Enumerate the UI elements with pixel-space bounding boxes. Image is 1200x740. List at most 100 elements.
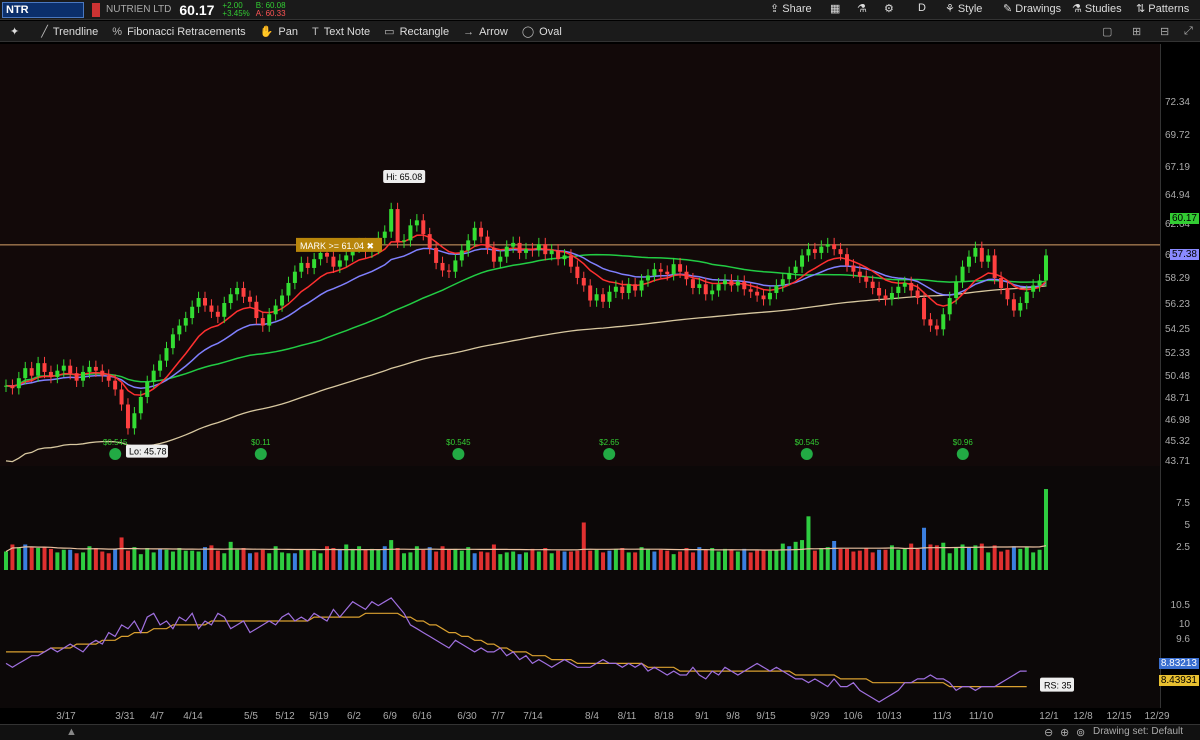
drawing-set-label[interactable]: Drawing set: Default [1093, 726, 1183, 737]
candle-body [145, 381, 150, 397]
volume-chart[interactable] [0, 466, 1160, 574]
date-tick: 9/1 [695, 711, 709, 722]
candle-body [23, 368, 28, 379]
candle-body [543, 244, 548, 255]
single-layout-icon[interactable]: ▢ [1102, 25, 1112, 38]
share-icon: ⇪ [770, 3, 783, 15]
candle-body [613, 286, 618, 292]
volume-tick: 2.5 [1176, 542, 1190, 553]
volume-bar [472, 553, 477, 570]
volume-bar [106, 553, 111, 570]
candle-body [793, 266, 798, 273]
tool-pan[interactable]: ✋ Pan [260, 26, 298, 38]
flask-icon[interactable]: ⚗ [857, 2, 867, 15]
date-tick: 9/15 [756, 711, 776, 722]
tool-text-note[interactable]: T Text Note [312, 26, 370, 38]
mark-label: MARK >= 61.04 ✖ [296, 237, 382, 252]
volume-bar [1011, 546, 1016, 570]
tool-oval[interactable]: ◯ Oval [522, 26, 562, 38]
candle-body [806, 249, 811, 256]
candle-body [190, 306, 195, 319]
tool-fibonacci[interactable]: % Fibonacci Retracements [112, 26, 245, 38]
volume-bar [61, 549, 66, 570]
volume-bar [331, 548, 336, 570]
volume-bar [183, 550, 188, 570]
price-tick: 54.25 [1164, 323, 1190, 335]
share-button[interactable]: ⇪ Share [770, 2, 812, 15]
candle-body [42, 363, 47, 372]
dividend-icon [452, 448, 465, 460]
volume-bar [286, 553, 291, 570]
grid-layout-icon[interactable]: ⊞ [1132, 25, 1141, 38]
tool-trendline[interactable]: ╱ Trendline [41, 26, 98, 38]
volume-bar [280, 552, 285, 570]
candle-body [1018, 303, 1023, 311]
studies-button[interactable]: ⚗ Studies [1072, 2, 1122, 15]
price-tick: 52.33 [1164, 348, 1190, 359]
date-tick: 12/8 [1073, 711, 1093, 722]
candle-body [87, 366, 92, 372]
volume-bar [196, 551, 201, 570]
date-tick: 12/15 [1106, 711, 1132, 722]
gear-icon[interactable]: ⚙ [884, 2, 894, 15]
pin-icon[interactable]: ✦ [10, 25, 19, 38]
style-button[interactable]: ⚘ Style [945, 2, 982, 15]
candle-body [530, 249, 535, 251]
tool-rectangle[interactable]: ▭ Rectangle [384, 26, 449, 38]
candle-body [857, 271, 862, 277]
candle-body [453, 260, 458, 272]
drawings-button[interactable]: ✎ Drawings [1003, 2, 1061, 15]
timeframe-button[interactable]: D [918, 2, 926, 14]
volume-bar [568, 551, 573, 570]
candle-body [267, 314, 272, 326]
tool-label: Oval [539, 25, 562, 38]
volume-bar [170, 551, 175, 570]
volume-bar [55, 552, 60, 570]
patterns-button[interactable]: ⇅ Patterns [1136, 2, 1189, 15]
candle-body [511, 242, 516, 247]
candle-body [113, 380, 118, 390]
date-tick: 5/19 [309, 711, 329, 722]
volume-bar [466, 547, 471, 570]
fit-icon[interactable]: ⊚ [1076, 726, 1085, 739]
collapse-icon[interactable]: ▲ [66, 726, 77, 738]
volume-bar [16, 547, 21, 570]
volume-bar [857, 550, 862, 570]
tool-label: Rectangle [399, 25, 450, 38]
volume-bar [626, 552, 631, 570]
tool-arrow[interactable]: → Arrow [463, 26, 508, 38]
date-tick: 3/17 [56, 711, 76, 722]
lo-label-text: Lo: 45.78 [129, 447, 167, 457]
price-chart[interactable]: Hi: 65.08 Lo: 45.78 MARK >= 61.04 ✖ $0.545 $… [0, 44, 1160, 466]
candle-body [286, 282, 291, 296]
candle-body [254, 301, 259, 319]
volume-bar [575, 550, 580, 570]
symbol-input[interactable] [2, 1, 84, 18]
hi-label-text: Hi: 65.08 [386, 172, 422, 182]
ema20-tag: 57.38 [1169, 249, 1199, 260]
candle-body [446, 270, 451, 272]
link-color-icon[interactable] [92, 2, 100, 17]
date-tick: 6/2 [347, 711, 361, 722]
volume-bar [408, 552, 413, 570]
candle-body [1044, 255, 1048, 281]
volume-bar [922, 527, 927, 570]
candle-body [889, 292, 894, 300]
candle-body [780, 279, 785, 286]
rs-chart[interactable]: RS: 35 [0, 574, 1160, 708]
candle-body [883, 295, 888, 300]
expand-icon[interactable]: ⤢ [1184, 25, 1193, 38]
calendar-icon[interactable]: ▦ [830, 2, 840, 15]
zoom-out-icon[interactable]: ⊖ [1044, 726, 1053, 739]
zoom-in-icon[interactable]: ⊕ [1060, 726, 1069, 739]
volume-bar [524, 552, 528, 570]
volume-bar [1044, 489, 1048, 570]
candle-body [68, 365, 73, 374]
volume-bar [780, 543, 785, 570]
candle-body [588, 285, 593, 301]
volume-bar [164, 549, 169, 570]
candle-body [344, 255, 349, 261]
candle-body [928, 319, 933, 326]
multi-layout-icon[interactable]: ⊟ [1160, 25, 1169, 38]
tool-label: Pan [278, 25, 298, 38]
